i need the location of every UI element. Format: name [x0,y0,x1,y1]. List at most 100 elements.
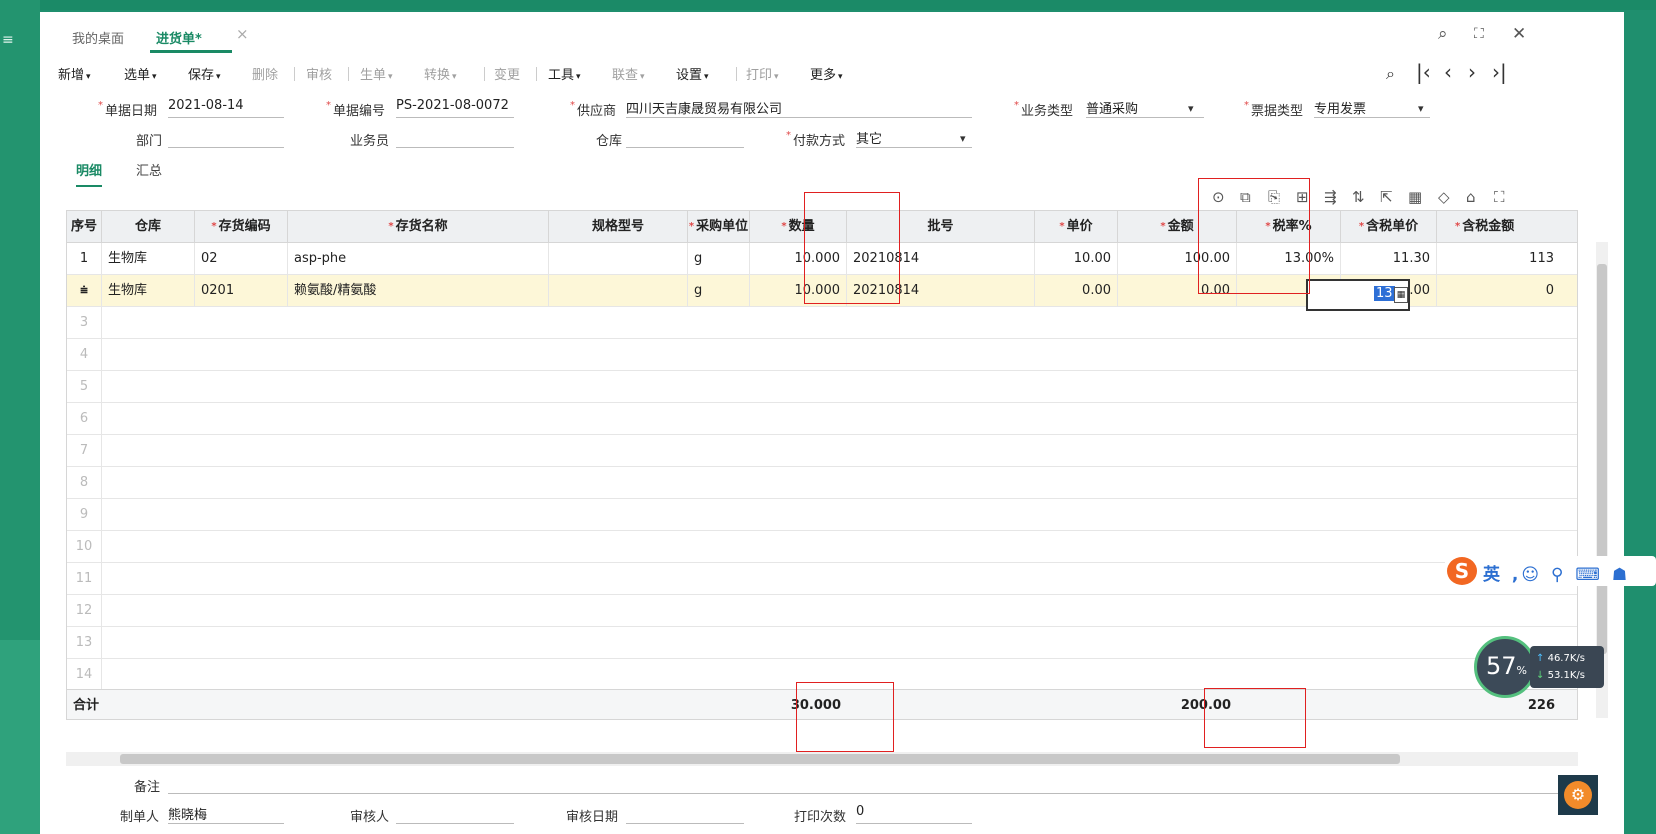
next-record-icon[interactable]: › [1468,60,1476,84]
col-header-no[interactable]: 序号 [67,211,102,243]
cell-tax-amount[interactable]: 113 [1437,243,1577,275]
chevron-down-icon[interactable]: ▾ [960,132,966,145]
col-header-item-name[interactable]: * 存货名称 [288,211,549,243]
tab-purchase-order[interactable]: 进货单* [150,28,232,53]
tools-button[interactable]: 工具 ▾ [548,64,581,83]
cell-tax-price[interactable]: 11.30 [1341,243,1437,275]
horizontal-scrollbar[interactable] [66,752,1578,766]
auditor-field[interactable] [396,802,514,824]
last-record-icon[interactable]: ›| [1492,60,1507,84]
tab-summary[interactable]: 汇总 [136,160,162,179]
chevron-down-icon[interactable]: ▾ [1188,102,1194,115]
expand-icon[interactable]: ⛶ [1494,188,1505,206]
maker-field[interactable]: 熊晓梅 [168,802,284,824]
payment-select[interactable]: 其它 [856,126,972,148]
staff-field[interactable] [396,126,514,148]
cell-item-name[interactable]: asp-phe [288,243,549,275]
cell-warehouse[interactable]: 生物库 [102,243,195,275]
tab-close-icon[interactable]: × [236,25,249,43]
first-record-icon[interactable]: |‹ [1416,60,1431,84]
col-header-spec[interactable]: 规格型号 [549,211,688,243]
table-row-empty[interactable]: 9 [67,499,1577,531]
row-drag-handle-icon[interactable]: ⩧ [67,275,102,307]
table-row-empty[interactable]: 3 [67,307,1577,339]
scroll-thumb[interactable] [120,754,1400,764]
save-button[interactable]: 保存 ▾ [188,64,221,83]
tab-detail[interactable]: 明细 [76,160,103,187]
cell-item-code[interactable]: 02 [195,243,288,275]
table-row-empty[interactable]: 13 [67,627,1577,659]
close-icon[interactable]: ✕ [1512,24,1526,44]
chevron-down-icon[interactable]: ▾ [1418,102,1424,115]
fullscreen-icon[interactable]: ⛶ [1474,26,1484,42]
tab-desktop[interactable]: 我的桌面 [72,28,124,47]
cell-item-name[interactable]: 赖氨酸/精氨酸 [288,275,549,307]
warehouse-field[interactable] [626,126,744,148]
remark-field[interactable] [168,772,1568,794]
table-row-empty[interactable]: 6 [67,403,1577,435]
date-label: * 单据日期 [98,100,158,119]
calculator-icon[interactable]: ▦ [1394,287,1408,303]
assistant-widget[interactable]: ⚙ [1558,775,1598,815]
cell-item-code[interactable]: 0201 [195,275,288,307]
cell-spec[interactable] [549,275,688,307]
bank-icon[interactable]: ⌂ [1466,188,1476,206]
eraser-icon[interactable]: ◇ [1438,188,1450,206]
cell-spec[interactable] [549,243,688,275]
new-button[interactable]: 新增 ▾ [58,64,91,83]
dept-field[interactable] [168,126,284,148]
table-row-empty[interactable]: 12 [67,595,1577,627]
cell-unit[interactable]: g [688,243,750,275]
rail-icon[interactable]: ≡ [2,32,14,48]
preview-icon[interactable]: ⌕ [1386,64,1395,84]
cell-price[interactable]: 10.00 [1035,243,1118,275]
invoice-type-select[interactable]: 专用发票 [1314,96,1430,118]
search-icon[interactable]: ⌕ [1438,24,1448,44]
query-button[interactable]: 联查 ▾ [612,64,645,83]
date-field[interactable]: 2021-08-14 [168,96,284,118]
annotation-box-amount [1198,178,1310,294]
col-header-warehouse[interactable]: 仓库 [102,211,195,243]
cell-price[interactable]: 0.00 [1035,275,1118,307]
supplier-field[interactable]: 四川天吉康晟贸易有限公司 [626,96,972,118]
ime-mode[interactable]: 英 ,☺ ⚲ ⌨ ☗ [1483,560,1630,585]
tax-rate-input[interactable]: 13 [1374,286,1395,301]
columns-icon[interactable]: ▦ [1408,188,1422,206]
cell-tax-amount[interactable]: 0 [1437,275,1577,307]
ime-toolbar[interactable]: S 英 ,☺ ⚲ ⌨ ☗ [1445,556,1656,586]
table-row-empty[interactable]: 11 [67,563,1577,595]
tax-rate-editor[interactable]: 13 ▦ [1306,279,1410,311]
split-icon[interactable]: ⇅ [1352,188,1365,206]
scroll-thumb[interactable] [1597,264,1607,654]
table-row-empty[interactable]: 5 [67,371,1577,403]
audit-button[interactable]: 审核 [306,64,332,83]
previous-record-icon[interactable]: ‹ [1444,60,1452,84]
col-header-price[interactable]: * 单价 [1035,211,1118,243]
cell-warehouse[interactable]: 生物库 [102,275,195,307]
biz-type-select[interactable]: 普通采购 [1086,96,1204,118]
export-icon[interactable]: ⇱ [1380,188,1393,206]
change-button[interactable]: 变更 [494,64,520,83]
cell-unit[interactable]: g [688,275,750,307]
filter-icon[interactable]: ⇶ [1324,188,1337,206]
select-button[interactable]: 选单 ▾ [124,64,157,83]
col-header-item-code[interactable]: * 存货编码 [195,211,288,243]
generate-button[interactable]: 生单 ▾ [360,64,393,83]
app-top-bar [0,0,1656,10]
table-row-empty[interactable]: 7 [67,435,1577,467]
convert-button[interactable]: 转换 ▾ [424,64,457,83]
more-button[interactable]: 更多 ▾ [810,64,843,83]
delete-button[interactable]: 删除 [252,64,278,83]
code-field[interactable]: PS-2021-08-0072 [396,96,514,118]
table-row-empty[interactable]: 8 [67,467,1577,499]
row-number: 5 [67,371,102,403]
print-button[interactable]: 打印 ▾ [746,64,779,83]
network-speed-widget[interactable]: 57% ↑ 46.7K/s ↓ 53.1K/s [1474,636,1604,700]
table-row-empty[interactable]: 10 [67,531,1577,563]
settings-button[interactable]: 设置 ▾ [676,64,709,83]
audit-date-field[interactable] [626,802,744,824]
col-header-tax-price[interactable]: * 含税单价 [1341,211,1437,243]
col-header-unit[interactable]: * 采购单位 [688,211,750,243]
col-header-tax-amount[interactable]: * 含税金额 [1437,211,1577,243]
table-row-empty[interactable]: 4 [67,339,1577,371]
